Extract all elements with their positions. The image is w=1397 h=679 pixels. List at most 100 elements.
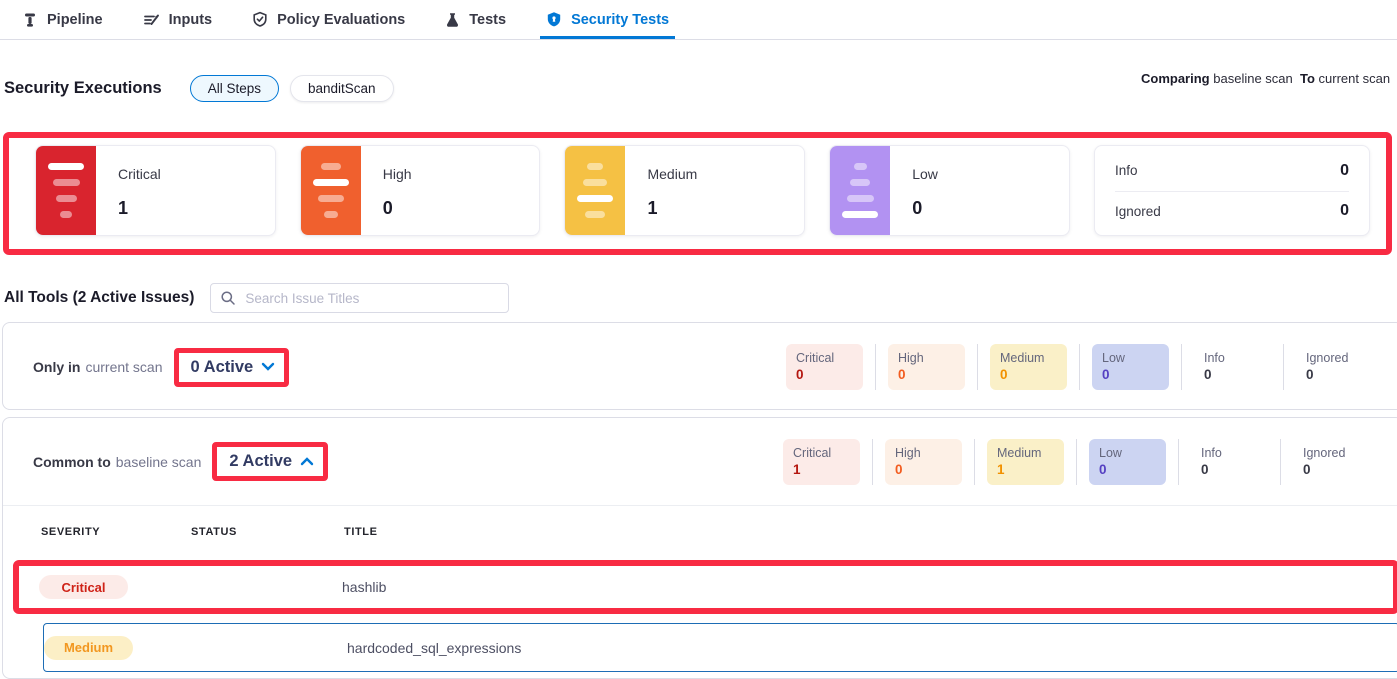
- tab-tests[interactable]: Tests: [445, 0, 506, 39]
- active-count-dropdown[interactable]: 2 Active: [229, 452, 292, 471]
- table-row[interactable]: Medium hardcoded_sql_expressions: [43, 623, 1397, 672]
- comparing-to-word: To: [1300, 71, 1315, 86]
- divider: [1283, 344, 1284, 390]
- step-filter-banditscan[interactable]: banditScan: [290, 75, 394, 102]
- ignored-label: Ignored: [1115, 204, 1161, 219]
- group-header: Only in current scan 0 Active Critical 0…: [3, 323, 1397, 411]
- chip-medium: Medium 0: [990, 344, 1067, 390]
- divider: [872, 439, 873, 485]
- search-wrap: [210, 283, 509, 313]
- info-ignored-card: Info 0 Ignored 0: [1094, 145, 1370, 236]
- group-scope: current scan: [85, 359, 162, 375]
- severity-chips: Critical 0 High 0 Medium 0 Low 0 Info 0: [786, 344, 1373, 390]
- critical-bars-icon: [36, 146, 96, 235]
- severity-card-high: High 0: [300, 145, 541, 236]
- card-count: 0: [383, 198, 412, 219]
- comparing-to: current scan: [1319, 71, 1391, 86]
- chip-high: High 0: [885, 439, 962, 485]
- chip-low: Low 0: [1089, 439, 1166, 485]
- info-label: Info: [1115, 163, 1138, 178]
- active-count-dropdown[interactable]: 0 Active: [191, 358, 254, 377]
- chip-low: Low 0: [1092, 344, 1169, 390]
- page-title: Security Executions: [4, 79, 162, 98]
- top-nav: Pipeline Inputs Policy Evaluations Tests…: [0, 0, 1397, 40]
- search-icon: [220, 290, 236, 311]
- step-filter-all-steps[interactable]: All Steps: [190, 75, 279, 102]
- step-filter-pills: All Steps banditScan: [190, 75, 394, 102]
- group-only-in-current-scan: Only in current scan 0 Active Critical 0…: [2, 322, 1397, 410]
- all-tools-bar: All Tools (2 Active Issues): [4, 283, 1397, 313]
- search-input[interactable]: [210, 283, 509, 313]
- comparing-word: Comparing: [1141, 71, 1210, 86]
- divider: [1076, 439, 1077, 485]
- col-title: TITLE: [344, 526, 1397, 538]
- divider: [1181, 344, 1182, 390]
- comparing-label: Comparing baseline scan To current scan: [1141, 71, 1397, 86]
- info-count: 0: [1340, 162, 1349, 180]
- table-row[interactable]: Critical hashlib: [19, 568, 1393, 606]
- card-label: Medium: [647, 166, 697, 182]
- tab-security-tests[interactable]: Security Tests: [546, 0, 669, 39]
- comparing-from: baseline scan: [1213, 71, 1293, 86]
- group-prefix: Only in: [33, 359, 80, 375]
- ignored-row: Ignored 0: [1115, 191, 1349, 231]
- severity-card-medium: Medium 1: [564, 145, 805, 236]
- card-count: 0: [912, 198, 938, 219]
- severity-card-low: Low 0: [829, 145, 1070, 236]
- tab-pipeline[interactable]: Pipeline: [22, 0, 103, 39]
- low-bars-icon: [830, 146, 890, 235]
- pipeline-icon: [22, 12, 38, 28]
- chevron-down-icon[interactable]: [261, 358, 275, 376]
- chevron-up-icon[interactable]: [300, 453, 314, 471]
- group-header: Common to baseline scan 2 Active Critica…: [3, 418, 1397, 506]
- group-scope: baseline scan: [116, 454, 202, 470]
- medium-bars-icon: [565, 146, 625, 235]
- group-prefix: Common to: [33, 454, 111, 470]
- divider: [1079, 344, 1080, 390]
- tab-label: Inputs: [169, 12, 213, 28]
- chip-ignored: Ignored 0: [1293, 439, 1370, 485]
- tab-label: Pipeline: [47, 12, 103, 28]
- chip-medium: Medium 1: [987, 439, 1064, 485]
- chip-critical: Critical 0: [786, 344, 863, 390]
- high-bars-icon: [301, 146, 361, 235]
- tab-inputs[interactable]: Inputs: [143, 0, 213, 39]
- ignored-count: 0: [1340, 202, 1349, 220]
- divider: [1280, 439, 1281, 485]
- chip-high: High 0: [888, 344, 965, 390]
- shield-check-icon: [252, 11, 268, 28]
- tab-label: Policy Evaluations: [277, 12, 405, 28]
- issue-title: hardcoded_sql_expressions: [347, 640, 1397, 656]
- info-row: Info 0: [1115, 151, 1349, 191]
- severity-badge: Critical: [39, 575, 128, 599]
- inputs-icon: [143, 12, 160, 28]
- card-count: 1: [118, 198, 161, 219]
- card-label: High: [383, 166, 412, 182]
- annotation-box-active-dropdown-baseline: 2 Active: [212, 442, 328, 481]
- divider: [977, 344, 978, 390]
- card-label: Low: [912, 166, 938, 182]
- issue-title: hashlib: [342, 579, 1393, 595]
- tab-label: Security Tests: [571, 12, 669, 28]
- tab-policy-evaluations[interactable]: Policy Evaluations: [252, 0, 405, 39]
- tab-label: Tests: [469, 12, 506, 28]
- severity-card-critical: Critical 1: [35, 145, 276, 236]
- annotation-box-issue-row-hashlib: Critical hashlib: [13, 560, 1397, 614]
- annotation-box-severity-cards: Critical 1 High 0 Medium 1 Low 0 Info: [3, 132, 1392, 255]
- card-label: Critical: [118, 166, 161, 182]
- chip-info: Info 0: [1191, 439, 1268, 485]
- security-shield-icon: [546, 11, 562, 28]
- col-severity: SEVERITY: [41, 526, 191, 538]
- chip-ignored: Ignored 0: [1296, 344, 1373, 390]
- severity-chips: Critical 1 High 0 Medium 1 Low 0 Info 0: [783, 439, 1370, 485]
- group-common-to-baseline-scan: Common to baseline scan 2 Active Critica…: [2, 417, 1397, 679]
- issues-table-header: SEVERITY STATUS TITLE: [3, 506, 1397, 558]
- divider: [974, 439, 975, 485]
- col-status: STATUS: [191, 526, 344, 538]
- chip-info: Info 0: [1194, 344, 1271, 390]
- flask-icon: [445, 12, 460, 28]
- all-tools-title: All Tools (2 Active Issues): [4, 289, 194, 307]
- divider: [1178, 439, 1179, 485]
- annotation-box-active-dropdown-current: 0 Active: [174, 348, 290, 387]
- divider: [875, 344, 876, 390]
